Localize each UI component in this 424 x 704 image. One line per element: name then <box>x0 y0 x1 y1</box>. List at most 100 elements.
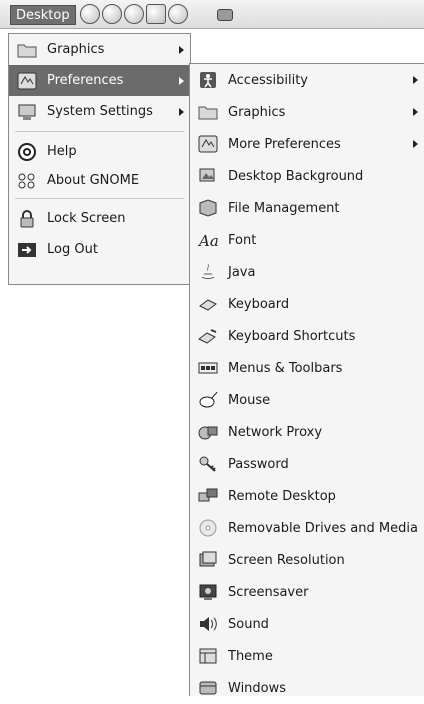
keyboard-icon <box>198 295 218 313</box>
svg-text:Aa: Aa <box>198 232 218 249</box>
menu-item-label: Graphics <box>47 42 105 57</box>
menu-item-label: Network Proxy <box>228 424 323 440</box>
menu-item-help[interactable]: Help <box>9 136 190 167</box>
menu-item-more-preferences[interactable]: More Preferences <box>190 128 424 160</box>
menu-item-font[interactable]: Aa Font <box>190 224 424 256</box>
menu-item-keyboard-shortcuts[interactable]: Keyboard Shortcuts <box>190 320 424 352</box>
submenu-arrow-icon <box>413 76 418 84</box>
help-icon <box>17 142 37 161</box>
menu-item-label: Sound <box>228 616 269 632</box>
folder-icon <box>198 103 218 121</box>
menu-item-accessibility[interactable]: Accessibility <box>190 64 424 96</box>
menu-item-label: Accessibility <box>228 72 308 88</box>
submenu-arrow-icon <box>413 140 418 148</box>
menu-item-theme[interactable]: Theme <box>190 640 424 672</box>
menu-item-menus-toolbars[interactable]: Menus & Toolbars <box>190 352 424 384</box>
menu-item-about-gnome[interactable]: About GNOME <box>9 167 190 194</box>
separator <box>15 131 184 132</box>
tray-icon[interactable] <box>217 9 233 21</box>
menu-item-label: Keyboard <box>228 296 290 312</box>
menu-item-label: More Preferences <box>228 136 341 152</box>
menu-item-label: Screensaver <box>228 584 309 600</box>
removable-media-icon <box>198 519 218 537</box>
menu-item-label: Graphics <box>228 104 286 120</box>
menu-item-remote-desktop[interactable]: Remote Desktop <box>190 480 424 512</box>
desktop-menu: Graphics Preferences System Settings Hel… <box>8 33 191 285</box>
menu-item-label: Lock Screen <box>47 211 126 226</box>
theme-icon <box>198 647 218 665</box>
top-panel: Desktop <box>0 0 424 29</box>
launcher-bar <box>80 4 188 26</box>
remote-desktop-icon <box>198 487 218 505</box>
menu-item-desktop-background[interactable]: Desktop Background <box>190 160 424 192</box>
submenu-arrow-icon <box>179 76 184 85</box>
sound-icon <box>198 615 218 633</box>
screen-resolution-icon <box>198 551 218 569</box>
separator <box>15 198 184 199</box>
preferences-submenu: Accessibility Graphics More Preferences … <box>189 63 424 696</box>
menu-item-label: Theme <box>228 648 273 664</box>
menu-item-sound[interactable]: Sound <box>190 608 424 640</box>
menu-item-label: Desktop Background <box>228 168 364 184</box>
menu-item-label: Removable Drives and Media <box>228 520 418 536</box>
submenu-arrow-icon <box>413 108 418 116</box>
font-icon: Aa <box>198 231 218 249</box>
menu-item-label: Windows <box>228 680 287 696</box>
desktop-background-icon <box>198 167 218 185</box>
menus-toolbars-icon <box>198 359 218 377</box>
desktop-menu-button[interactable]: Desktop <box>10 5 76 25</box>
screensaver-icon <box>198 583 218 601</box>
password-icon <box>198 455 218 473</box>
menu-item-java[interactable]: Java <box>190 256 424 288</box>
lock-icon <box>17 209 37 228</box>
logout-icon <box>17 241 37 259</box>
folder-icon <box>17 41 37 59</box>
menu-item-preferences[interactable]: Preferences <box>9 65 190 96</box>
menu-item-graphics[interactable]: Graphics <box>190 96 424 128</box>
menu-item-label: Preferences <box>47 73 124 88</box>
menu-item-keyboard[interactable]: Keyboard <box>190 288 424 320</box>
menu-item-mouse[interactable]: Mouse <box>190 384 424 416</box>
menu-item-screen-resolution[interactable]: Screen Resolution <box>190 544 424 576</box>
menu-item-password[interactable]: Password <box>190 448 424 480</box>
text-editor-icon[interactable] <box>146 4 166 24</box>
menu-item-label: Password <box>228 456 289 472</box>
submenu-arrow-icon <box>179 45 184 54</box>
menu-item-label: Font <box>228 232 257 248</box>
file-management-icon <box>198 199 218 217</box>
menu-item-network-proxy[interactable]: Network Proxy <box>190 416 424 448</box>
menu-item-label: File Management <box>228 200 340 216</box>
menu-item-label: Remote Desktop <box>228 488 336 504</box>
menu-item-lock-screen[interactable]: Lock Screen <box>9 203 190 234</box>
keyboard-shortcuts-icon <box>198 327 218 345</box>
email-icon[interactable] <box>102 4 122 24</box>
menu-item-label: Log Out <box>47 242 98 257</box>
menu-item-label: About GNOME <box>47 173 140 188</box>
menu-item-graphics[interactable]: Graphics <box>9 34 190 65</box>
menu-item-removable-drives[interactable]: Removable Drives and Media <box>190 512 424 544</box>
menu-item-label: Help <box>47 144 77 159</box>
menu-item-log-out[interactable]: Log Out <box>9 234 190 265</box>
preferences-icon <box>198 135 218 153</box>
menu-item-label: Java <box>228 264 256 280</box>
submenu-arrow-icon <box>179 107 184 116</box>
menu-item-label: Screen Resolution <box>228 552 345 568</box>
mouse-icon <box>198 391 218 409</box>
menu-item-label: Mouse <box>228 392 271 408</box>
gnome-footprint-icon <box>17 172 37 190</box>
help-icon[interactable] <box>168 4 188 24</box>
java-icon <box>198 263 218 281</box>
menu-item-label: System Settings <box>47 104 153 119</box>
menu-item-label: Menus & Toolbars <box>228 360 343 376</box>
menu-item-label: Keyboard Shortcuts <box>228 328 356 344</box>
menu-item-file-management[interactable]: File Management <box>190 192 424 224</box>
network-proxy-icon <box>198 423 218 441</box>
menu-item-screensaver[interactable]: Screensaver <box>190 576 424 608</box>
preferences-icon <box>17 72 37 90</box>
web-browser-icon[interactable] <box>80 4 100 24</box>
menu-item-windows[interactable]: Windows <box>190 672 424 704</box>
system-settings-icon <box>17 103 37 121</box>
menu-item-system-settings[interactable]: System Settings <box>9 96 190 127</box>
windows-icon <box>198 679 218 697</box>
terminal-icon[interactable] <box>124 4 144 24</box>
